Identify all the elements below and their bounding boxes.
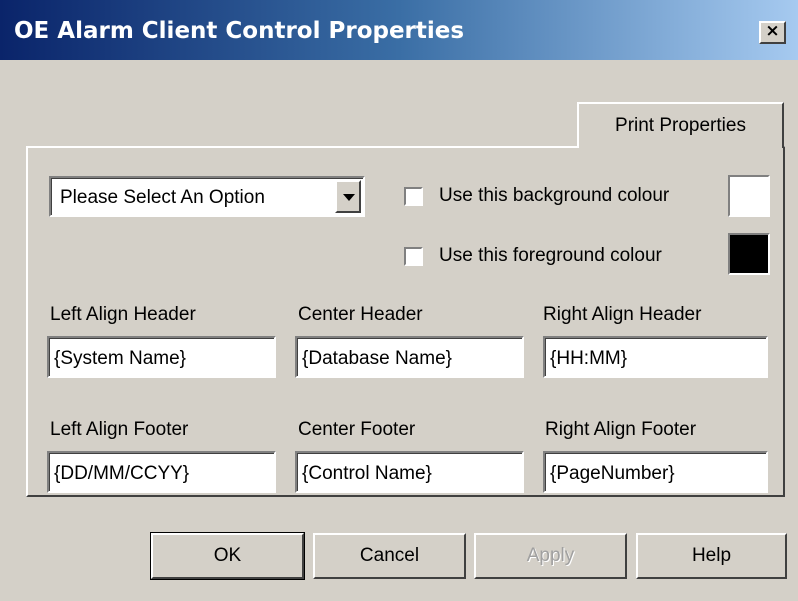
right-header-input[interactable]: {HH:MM} [543, 336, 768, 378]
dropdown-selected-value: Please Select An Option [60, 187, 265, 208]
close-button[interactable]: × [759, 21, 786, 44]
background-colour-label: Use this background colour [439, 185, 670, 206]
center-footer-value: {Control Name} [302, 463, 432, 484]
foreground-colour-checkbox[interactable] [404, 247, 423, 266]
center-footer-input[interactable]: {Control Name} [295, 451, 524, 493]
title-bar[interactable]: OE Alarm Client Control Properties × [0, 0, 798, 60]
left-footer-label: Left Align Footer [50, 419, 189, 440]
right-header-value: {HH:MM} [550, 348, 628, 369]
left-header-value: {System Name} [54, 348, 186, 369]
right-footer-value: {PageNumber} [550, 463, 675, 484]
center-header-label: Center Header [298, 304, 423, 325]
left-footer-input[interactable]: {DD/MM/CCYY} [47, 451, 276, 493]
foreground-colour-swatch[interactable] [728, 233, 770, 275]
chevron-down-icon [343, 194, 355, 201]
foreground-colour-label: Use this foreground colour [439, 245, 662, 266]
window-title: OE Alarm Client Control Properties [14, 18, 465, 44]
left-header-input[interactable]: {System Name} [47, 336, 276, 378]
tab-print-properties[interactable]: Print Properties [577, 102, 784, 148]
help-button[interactable]: Help [636, 533, 787, 579]
apply-button[interactable]: Apply [474, 533, 627, 579]
background-colour-swatch[interactable] [728, 175, 770, 217]
right-footer-label: Right Align Footer [545, 419, 697, 440]
background-colour-checkbox[interactable] [404, 187, 423, 206]
dropdown-button[interactable] [335, 180, 361, 213]
center-header-value: {Database Name} [302, 348, 452, 369]
center-footer-label: Center Footer [298, 419, 416, 440]
option-dropdown[interactable]: Please Select An Option [49, 176, 365, 217]
left-header-label: Left Align Header [50, 304, 196, 325]
cancel-button[interactable]: Cancel [313, 533, 466, 579]
right-header-label: Right Align Header [543, 304, 702, 325]
properties-dialog: OE Alarm Client Control Properties × Pri… [0, 0, 798, 601]
left-footer-value: {DD/MM/CCYY} [54, 463, 190, 484]
right-footer-input[interactable]: {PageNumber} [543, 451, 768, 493]
center-header-input[interactable]: {Database Name} [295, 336, 524, 378]
ok-button[interactable]: OK [150, 532, 305, 580]
close-icon: × [765, 21, 780, 41]
